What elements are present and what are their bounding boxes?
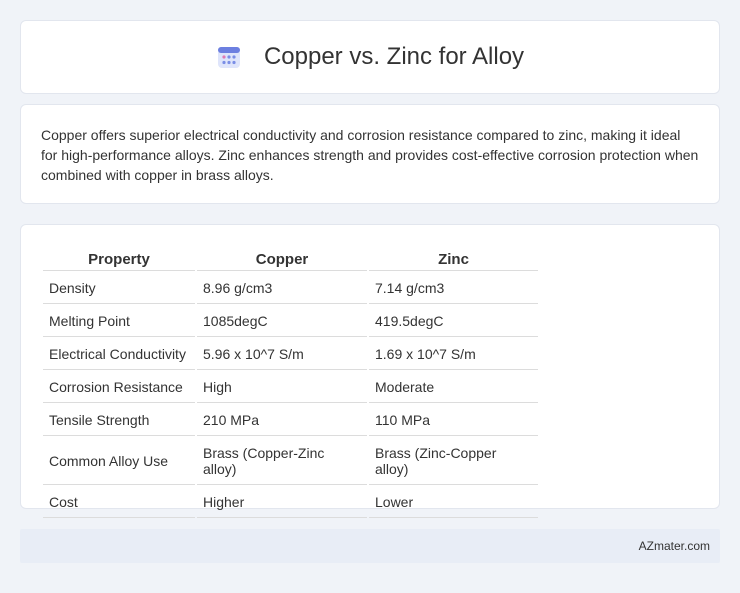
table-row: Tensile Strength 210 MPa 110 MPa bbox=[43, 405, 538, 436]
cell-zinc: 110 MPa bbox=[369, 405, 538, 436]
cell-zinc: 7.14 g/cm3 bbox=[369, 273, 538, 304]
table-header-row: Property Copper Zinc bbox=[43, 247, 538, 271]
cell-zinc: 419.5degC bbox=[369, 306, 538, 337]
cell-copper: 1085degC bbox=[197, 306, 367, 337]
cell-property: Common Alloy Use bbox=[43, 438, 195, 485]
cell-copper: 5.96 x 10^7 S/m bbox=[197, 339, 367, 370]
comparison-table-card: Property Copper Zinc Density 8.96 g/cm3 … bbox=[20, 224, 720, 518]
description-text: Copper offers superior electrical conduc… bbox=[41, 127, 699, 183]
table-row: Density 8.96 g/cm3 7.14 g/cm3 bbox=[43, 273, 538, 304]
cell-copper: 8.96 g/cm3 bbox=[197, 273, 367, 304]
cell-copper: Higher bbox=[197, 487, 367, 518]
header-copper: Copper bbox=[197, 247, 367, 271]
cell-property: Electrical Conductivity bbox=[43, 339, 195, 370]
cell-property: Corrosion Resistance bbox=[43, 372, 195, 403]
cell-copper: Brass (Copper-Zinc alloy) bbox=[197, 438, 367, 485]
cell-property: Tensile Strength bbox=[43, 405, 195, 436]
table-row: Melting Point 1085degC 419.5degC bbox=[43, 306, 538, 337]
cell-property: Cost bbox=[43, 487, 195, 518]
table-row: Electrical Conductivity 5.96 x 10^7 S/m … bbox=[43, 339, 538, 370]
calendar-icon bbox=[216, 44, 242, 70]
cell-zinc: 1.69 x 10^7 S/m bbox=[369, 339, 538, 370]
title-card: Copper vs. Zinc for Alloy bbox=[20, 20, 720, 94]
comparison-table: Property Copper Zinc Density 8.96 g/cm3 … bbox=[41, 245, 540, 520]
table-row: Corrosion Resistance High Moderate bbox=[43, 372, 538, 403]
table-row: Cost Higher Lower bbox=[43, 487, 538, 518]
header-zinc: Zinc bbox=[369, 247, 538, 271]
footer: AZmater.com bbox=[20, 529, 720, 563]
page-title: Copper vs. Zinc for Alloy bbox=[263, 43, 525, 70]
cell-property: Melting Point bbox=[43, 306, 195, 337]
cell-zinc: Brass (Zinc-Copper alloy) bbox=[369, 438, 538, 485]
cell-zinc: Lower bbox=[369, 487, 538, 518]
description-card: Copper offers superior electrical conduc… bbox=[20, 104, 720, 204]
cell-copper: High bbox=[197, 372, 367, 403]
footer-site-link[interactable]: AZmater.com bbox=[639, 539, 710, 553]
cell-property: Density bbox=[43, 273, 195, 304]
header-property: Property bbox=[43, 247, 195, 271]
cell-copper: 210 MPa bbox=[197, 405, 367, 436]
cell-zinc: Moderate bbox=[369, 372, 538, 403]
table-row: Common Alloy Use Brass (Copper-Zinc allo… bbox=[43, 438, 538, 485]
